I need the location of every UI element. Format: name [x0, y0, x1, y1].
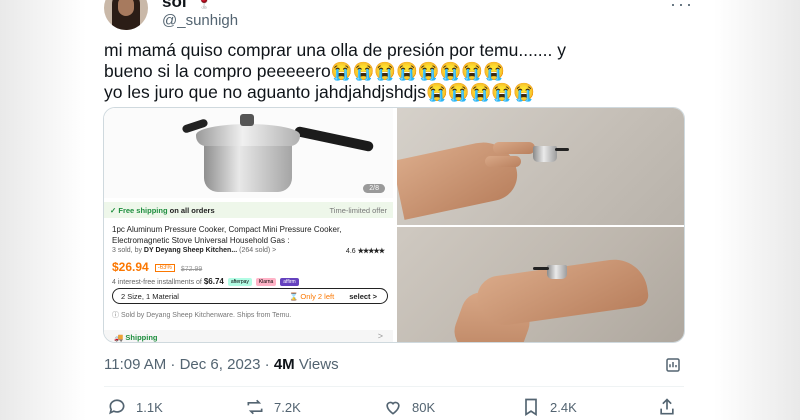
- price-row: $26.94 -63% $72.99: [112, 260, 202, 274]
- mini-cooker-handle: [533, 267, 549, 270]
- select-button[interactable]: select >: [349, 292, 377, 301]
- sold-count: 3 sold, by: [112, 247, 144, 254]
- tweet-text-line: yo les juro que no aguanto jahdjahdjshdj…: [104, 82, 535, 102]
- finger: [485, 156, 521, 167]
- product-screenshot[interactable]: 2/8 ✓ Free shipping on all orders Time-l…: [104, 108, 395, 342]
- free-shipping-bar: ✓ Free shipping on all orders Time-limit…: [104, 202, 393, 218]
- repost-icon: [244, 396, 266, 418]
- bookmark-button[interactable]: 2.4K: [520, 396, 577, 418]
- left-shade: [0, 0, 86, 420]
- share-button[interactable]: [656, 396, 678, 418]
- tweet-text-line: mi mamá quiso comprar una olla de presió…: [104, 40, 567, 60]
- share-icon: [656, 396, 678, 418]
- shipping-label: 🚚 Shipping: [114, 333, 158, 342]
- finger: [493, 142, 535, 154]
- tweet-timestamp[interactable]: 11:09 AM · Dec 6, 2023 · 4M Views: [104, 356, 339, 373]
- product-meta: 3 sold, by DY Deyang Sheep Kitchen... (2…: [112, 247, 388, 255]
- limited-offer-label: Time-limited offer: [329, 206, 387, 215]
- tweet-header: sol 🍷 @_sunhigh ···: [104, 0, 694, 34]
- screenshot-page: sol 🍷 @_sunhigh ··· mi mamá quiso compra…: [0, 0, 800, 420]
- tweet-text: mi mamá quiso comprar una olla de presió…: [104, 40, 704, 103]
- right-shade: [714, 0, 800, 420]
- rating-stars: ★★★★★: [357, 248, 385, 255]
- chevron-right-icon: >: [377, 331, 383, 341]
- mini-cooker: [547, 265, 567, 279]
- sold-by-note: ⓘ Sold by Deyang Sheep Kitchenware. Ship…: [112, 312, 292, 319]
- product-image: 2/8: [104, 108, 393, 198]
- avatar[interactable]: [104, 0, 148, 30]
- shipping-row[interactable]: 🚚 Shipping >: [104, 330, 393, 342]
- reply-icon: [106, 396, 128, 418]
- media-grid[interactable]: 2/8 ✓ Free shipping on all orders Time-l…: [103, 107, 685, 343]
- views-count: 4M: [273, 356, 295, 373]
- cooker-valve: [240, 114, 254, 126]
- repost-count: 7.2K: [274, 399, 301, 415]
- tweet-text-line: bueno si la compro peeeeero😭😭😭😭😭😭😭😭: [104, 61, 505, 81]
- seller-link[interactable]: DY Deyang Sheep Kitchen...: [144, 247, 237, 254]
- variant-selector[interactable]: 2 Size, 1 Material ⌛ Only 2 left select …: [112, 288, 388, 304]
- image-page-indicator: 2/8: [363, 184, 385, 193]
- afterpay-badge: afterpay: [227, 278, 252, 286]
- heart-icon: [382, 396, 404, 418]
- reply-count: 1.1K: [136, 399, 163, 415]
- product-title: 1pc Aluminum Pressure Cooker, Compact Mi…: [112, 225, 342, 245]
- affirm-badge: affirm: [280, 278, 299, 286]
- divider: [104, 386, 684, 387]
- reply-button[interactable]: 1.1K: [106, 396, 163, 418]
- like-button[interactable]: 80K: [382, 396, 435, 418]
- like-count: 80K: [412, 399, 436, 415]
- author-name[interactable]: sol: [162, 0, 187, 12]
- free-shipping-label: ✓ Free shipping on all orders: [110, 206, 215, 215]
- photo-hand-holding-cooker[interactable]: [397, 108, 684, 225]
- product-rating: 4.6 ★★★★★: [345, 248, 385, 255]
- author-name-emoji: 🍷: [196, 0, 213, 9]
- mini-cooker-handle: [555, 148, 569, 151]
- cooker-lid: [196, 124, 300, 146]
- cooker-handle-right: [293, 125, 375, 153]
- stock-warning: ⌛ Only 2 left: [289, 292, 335, 301]
- repost-button[interactable]: 7.2K: [244, 396, 301, 418]
- photo-cooker-on-palm[interactable]: [397, 227, 684, 342]
- bookmark-count: 2.4K: [550, 399, 577, 415]
- avatar-face: [118, 0, 134, 16]
- current-price: $26.94: [112, 260, 149, 274]
- author-handle[interactable]: @_sunhigh: [162, 12, 238, 29]
- seller-sold-count: (264 sold) >: [239, 247, 277, 254]
- discount-badge: -63%: [154, 264, 175, 272]
- bookmark-icon: [520, 396, 542, 418]
- installments-row: 4 interest-free installments of $6.74 af…: [112, 277, 299, 286]
- cooker-body: [204, 142, 292, 192]
- variant-label: 2 Size, 1 Material: [121, 292, 179, 301]
- mini-cooker: [533, 146, 557, 162]
- analytics-icon[interactable]: [664, 356, 682, 378]
- original-price: $72.99: [180, 266, 203, 273]
- tweet-actions: 1.1K 7.2K 80K 2.4K: [104, 396, 684, 418]
- more-icon[interactable]: ···: [670, 0, 694, 15]
- klarna-badge: Klarna: [255, 278, 277, 286]
- installment-amount: $6.74: [203, 277, 224, 286]
